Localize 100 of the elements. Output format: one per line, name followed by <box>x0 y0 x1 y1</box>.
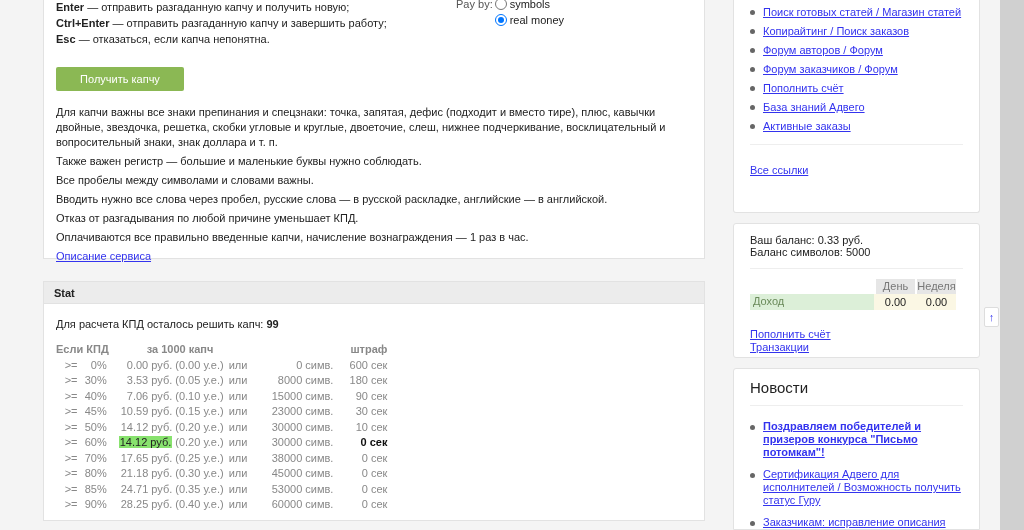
row-label: Доход <box>750 293 874 311</box>
table-cell-text: или <box>227 388 248 404</box>
table-cell-text: (0.05 у.е.) <box>174 373 224 388</box>
sidebar-link[interactable]: Форум авторов / Форум <box>763 43 883 57</box>
shortcut-text: Ctrl+Enter — отправить разгаданную капчу и завершить работу; <box>56 16 387 31</box>
balance-link[interactable]: Транзакции <box>750 341 809 355</box>
table-cell-text: (0.40 у.е.) <box>174 497 224 512</box>
bullet-icon <box>750 473 755 478</box>
table-cell-text: >= <box>63 450 79 466</box>
shortcut-text: Esc — отказаться, если капча непонятна. <box>56 32 270 47</box>
news-link[interactable]: Поздравляем победителей и призеров конкурса "Письмо потомкам"! <box>763 420 963 459</box>
table-cell-text: 10 сек <box>354 419 388 435</box>
table-cell-text: или <box>227 357 248 373</box>
sidebar-link[interactable]: Активные заказы <box>763 119 851 133</box>
table-cell-text: >= <box>63 404 79 419</box>
table-cell-text: 30000 симв. <box>270 419 334 435</box>
sidebar-link[interactable]: Поиск готовых статей / Магазин статей <box>763 5 962 19</box>
card-header: Stat <box>44 282 704 304</box>
table-cell: 21.18 руб. <box>120 467 173 479</box>
table-cell-text: 30000 симв. <box>270 435 334 450</box>
table-cell-text: или <box>227 404 248 419</box>
column-header: Если КПД <box>56 343 109 355</box>
table-cell-text: или <box>227 450 248 466</box>
table-cell: 28.25 руб. <box>120 498 173 510</box>
bullet-icon <box>750 48 755 53</box>
rule-text: Также важен регистр — большие и маленькие буквы нужно соблюдать. <box>56 154 423 169</box>
remaining-label: Для расчета КПД осталось решить капч: <box>56 318 264 330</box>
bullet-icon <box>750 521 755 526</box>
bullet-icon <box>750 29 755 34</box>
table-cell-text: 45% <box>83 404 108 419</box>
table-cell-text: 30 сек <box>354 404 388 419</box>
table-cell: 0.00 руб. <box>126 358 173 371</box>
table-cell-text: или <box>227 419 248 435</box>
table-cell-text: >= <box>63 388 79 404</box>
radio-button[interactable] <box>494 0 507 10</box>
radio-button[interactable] <box>494 14 507 26</box>
table-cell-text: 70% <box>83 450 108 466</box>
balance-text: Ваш баланс: 0.33 руб. <box>750 233 865 247</box>
table-cell-text: (0.25 у.е.) <box>174 450 224 466</box>
table-cell-text: >= <box>63 481 79 497</box>
bullet-icon <box>750 425 755 430</box>
table-cell: 14.12 руб. <box>118 436 173 448</box>
radio-label: symbols <box>509 0 551 11</box>
all-links-link[interactable]: Все ссылки <box>750 164 809 176</box>
table-cell-text: 180 сек <box>348 373 388 388</box>
table-cell-text: (0.20 у.е.) <box>174 419 224 435</box>
rule-text: Все пробелы между символами и словами важны. <box>56 173 315 188</box>
bullet-icon <box>750 86 755 91</box>
table-cell-text: >= <box>63 497 79 512</box>
remaining-count: 99 <box>266 318 279 330</box>
table-cell-text: (0.15 у.е.) <box>174 404 224 419</box>
table-cell-text: 90 сек <box>354 388 388 404</box>
sidebar-link[interactable]: Копирайтинг / Поиск заказов <box>763 24 910 38</box>
table-cell-text: (0.20 у.е.) <box>174 435 224 450</box>
rule-text: Оплачиваются все правильно введенные капчи, начисление вознаграждения — 1 раз в час. <box>56 230 530 245</box>
table-cell-text: >= <box>63 357 79 373</box>
table-cell: 7.06 руб. <box>126 389 173 402</box>
table-cell-text: (0.00 у.е.) <box>174 357 224 373</box>
table-cell-text: 80% <box>83 466 108 481</box>
table-cell-text: 60% <box>83 435 108 450</box>
table-cell: 3.53 руб. <box>126 374 173 386</box>
table-cell-text: 600 сек <box>348 357 388 373</box>
table-cell-text: 15000 симв. <box>270 388 334 404</box>
shortcut-text: Enter — отправить разгаданную капчу и получить новую; <box>56 0 350 15</box>
rule-text: Отказ от разгадывания по любой причине уменьшает КПД. <box>56 211 360 226</box>
table-cell-text: 0 сек <box>360 481 388 497</box>
table-cell-text: 0 сек <box>360 450 388 466</box>
table-cell-text: 60000 симв. <box>270 497 334 512</box>
table-cell-text: 53000 симв. <box>270 481 334 497</box>
bullet-icon <box>750 10 755 15</box>
service-description-link[interactable]: Описание сервиса <box>56 249 151 264</box>
news-link[interactable]: Заказчикам: исправление описания <box>763 516 946 529</box>
sidebar-link[interactable]: База знаний Адвего <box>763 100 865 114</box>
column-header: Неделя <box>915 278 956 294</box>
table-cell-text: 0 сек <box>360 466 388 481</box>
column-header: за 1000 капч <box>146 343 214 355</box>
balance-text: Баланс символов: 5000 <box>750 246 872 259</box>
table-cell-text: (0.10 у.е.) <box>174 388 224 404</box>
sidebar-link[interactable]: Форум заказчиков / Форум <box>763 62 898 76</box>
table-cell-text: 0 сек <box>359 435 388 450</box>
bullet-icon <box>750 105 755 110</box>
table-cell-text: или <box>227 466 248 481</box>
table-cell-text: 85% <box>83 481 108 497</box>
table-cell: 17.65 руб. <box>120 451 173 464</box>
table-cell-text: (0.30 у.е.) <box>174 466 224 481</box>
sidebar-link[interactable]: Пополнить счёт <box>763 81 844 95</box>
table-cell-text: 90% <box>83 497 108 512</box>
table-cell: 14.12 руб. <box>120 420 173 433</box>
bullet-icon <box>750 67 755 72</box>
table-cell: 10.59 руб. <box>120 405 173 417</box>
table-cell-text: >= <box>63 466 79 481</box>
news-link[interactable]: Сертификация Адвего для исполнителей / Возможность получить статус Гуру <box>763 468 963 507</box>
scroll-top-button[interactable]: ↑ <box>984 307 999 327</box>
table-cell-text: или <box>227 373 248 388</box>
balance-link[interactable]: Пополнить счёт <box>750 328 831 342</box>
table-cell-text: 38000 симв. <box>270 450 334 466</box>
table-cell-text: или <box>227 435 248 450</box>
table-cell: 24.71 руб. <box>120 482 173 495</box>
table-cell-text: >= <box>63 419 79 435</box>
table-cell-text: 0 сек <box>360 497 388 512</box>
